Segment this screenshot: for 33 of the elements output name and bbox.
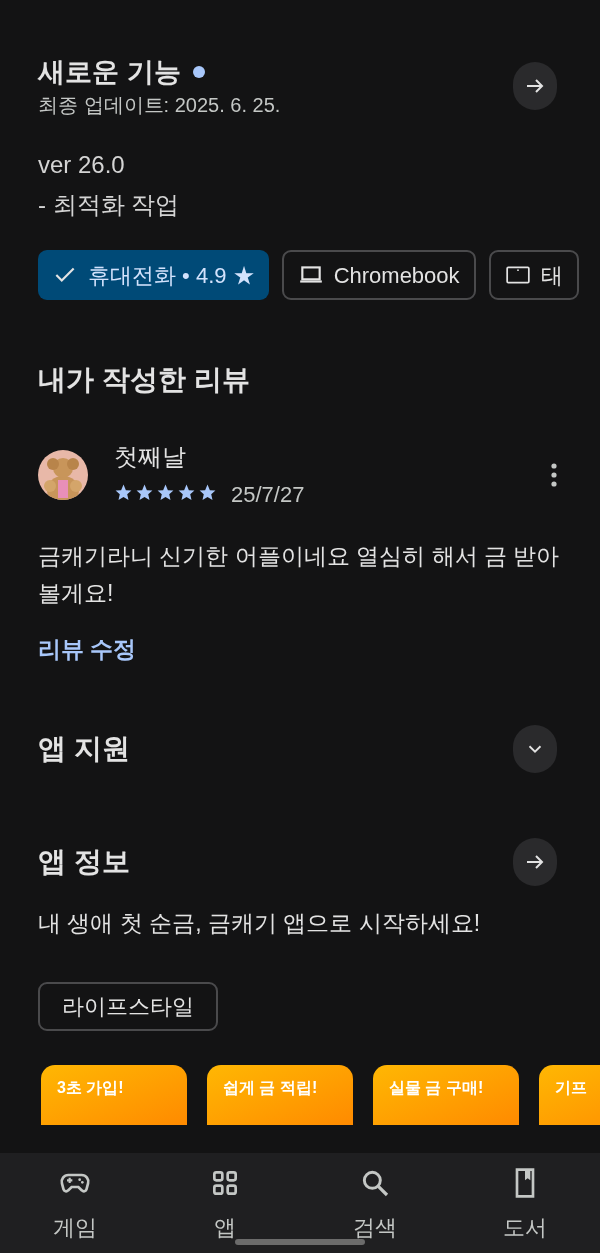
device-chip[interactable]: 휴대전화 • 4.9 ★ — [38, 250, 269, 300]
star-icon — [198, 482, 217, 502]
star-icon — [177, 482, 196, 502]
nav-tab[interactable]: 검색 — [300, 1153, 450, 1253]
nav-tab[interactable]: 게임 — [0, 1153, 150, 1253]
star-icon — [135, 482, 154, 502]
more-options-button[interactable] — [548, 460, 560, 490]
update-date: 최종 업데이트: 2025. 6. 25. — [38, 93, 281, 118]
screenshot-caption: 쉽게 금 적립! — [223, 1077, 318, 1098]
section-title: 새로운 기능 — [38, 56, 181, 89]
section-title: 앱 정보 — [38, 844, 130, 879]
release-note: ver 26.0 — [38, 150, 126, 180]
app-description: 내 생애 첫 순금, 금캐기 앱으로 시작하세요! — [37, 908, 482, 938]
release-note: - 최적화 작업 — [38, 190, 181, 220]
section-title: 내가 작성한 리뷰 — [37, 363, 251, 397]
nav-tab[interactable]: 도서 — [450, 1153, 600, 1253]
reviewer-name: 첫째날 — [114, 442, 187, 472]
section-title: 앱 지원 — [38, 731, 130, 766]
screenshot-caption: 3초 가입! — [57, 1077, 124, 1098]
star-icon — [156, 482, 175, 502]
arrow-button[interactable] — [513, 837, 557, 886]
nav-tab[interactable]: 앱 — [150, 1153, 300, 1253]
more-options-icon — [550, 462, 558, 488]
device-chip[interactable]: 태 — [488, 250, 579, 300]
star-icon — [114, 482, 133, 502]
category-tag[interactable]: 라이프스타일 — [38, 981, 218, 1031]
arrow-button[interactable] — [513, 62, 557, 110]
screenshot-caption: 실물 금 구매! — [389, 1077, 484, 1098]
screenshot-caption: 기프 — [555, 1077, 587, 1098]
review-date: 25/7/27 — [231, 481, 305, 509]
edit-review-link[interactable]: 리뷰 수정 — [38, 632, 137, 667]
device-chip[interactable]: Chromebook — [281, 250, 476, 300]
review-text: 금캐기라니 신기한 어플이네요 열심히 해서 금 받아볼게요! — [37, 542, 561, 608]
